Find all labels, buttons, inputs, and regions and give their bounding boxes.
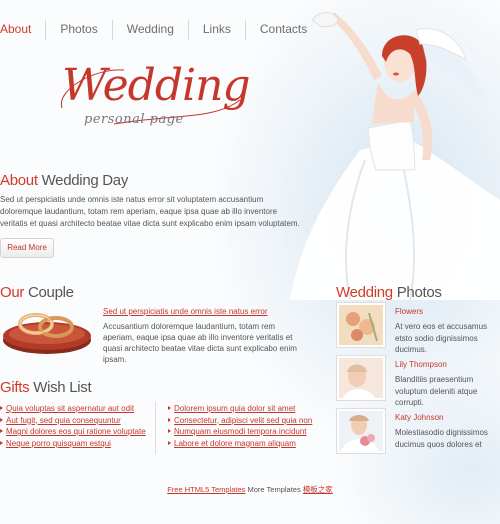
footer: Free HTML5 Templates More Templates 模板之家 [0, 484, 500, 495]
photo-thumbnail-katy-johnson[interactable] [336, 408, 386, 454]
gift-link[interactable]: Magni dolores eos qui ratione voluptate [0, 426, 146, 438]
photo-item: Flowers At vero eos et accusamus etsto s… [336, 302, 500, 354]
photos-heading-accent: Wedding [336, 284, 393, 301]
logo-title: Wedding [62, 60, 251, 111]
gift-divider [155, 402, 156, 454]
about-heading: About Wedding Day [0, 172, 128, 189]
photos-heading: Wedding Photos [336, 284, 442, 301]
wedding-rings-image [3, 313, 91, 354]
nav-photos[interactable]: Photos [46, 20, 113, 40]
gift-list-left: Quia voluptas sit aspernatur aut odit Au… [0, 403, 146, 449]
bride-portrait-image [339, 358, 383, 398]
gift-link[interactable]: Dolorem ipsum quia dolor sit amet [168, 403, 312, 415]
about-heading-accent: About [0, 172, 38, 189]
couple-heading-accent: Our [0, 284, 25, 301]
photo-description: At vero eos et accusamus etsto sodio dig… [395, 322, 488, 354]
about-text: Sed ut perspiciatis unde omnis iste natu… [0, 195, 300, 228]
about-heading-rest: Wedding Day [37, 172, 129, 189]
couple-heading: Our Couple [0, 284, 74, 301]
gift-link[interactable]: Numquam eiusmodi tempora incidunt [168, 426, 312, 438]
footer-link-templates[interactable]: Free HTML5 Templates [167, 485, 245, 494]
photo-thumbnail-flowers[interactable] [336, 302, 386, 348]
photo-item: Katy Johnson Molestiasodio dignissimos d… [336, 408, 500, 456]
flowers-image [339, 305, 383, 345]
logo-subtitle: personal page [84, 112, 184, 127]
photo-description: Blanditiis praesentium voluptum deleniti… [395, 375, 478, 407]
photo-name[interactable]: Lily Thompson [395, 360, 447, 369]
read-more-button[interactable]: Read More [0, 238, 54, 258]
bride-bouquet-image [339, 411, 383, 451]
couple-heading-rest: Couple [24, 284, 74, 301]
gifts-heading-rest: Wish List [29, 379, 92, 396]
gift-link[interactable]: Neque porro quisquam estqui [0, 438, 146, 450]
couple-text: Accusantium doloremque laudantium, totam… [103, 322, 297, 364]
nav-links[interactable]: Links [189, 20, 246, 40]
photo-item: Lily Thompson Blanditiis praesentium vol… [336, 355, 500, 407]
footer-link-chinese[interactable]: 模板之家 [303, 485, 333, 494]
couple-link[interactable]: Sed ut perspiciatis unde omnis iste natu… [103, 307, 268, 316]
gift-link[interactable]: Aut fugit, sed quia consequuntur [0, 415, 146, 427]
gifts-heading: Gifts Wish List [0, 379, 92, 396]
site-logo[interactable]: Wedding personal page [54, 60, 251, 145]
photo-thumbnail-lily-thompson[interactable] [336, 355, 386, 401]
page: About Photos Wedding Links Contacts Wedd… [0, 0, 500, 524]
photo-name[interactable]: Katy Johnson [395, 413, 443, 422]
footer-text: More Templates [245, 485, 303, 494]
main-nav: About Photos Wedding Links Contacts [0, 20, 321, 40]
photos-heading-rest: Photos [392, 284, 442, 301]
photo-name[interactable]: Flowers [395, 307, 423, 316]
nav-about[interactable]: About [0, 20, 47, 40]
gift-link[interactable]: Labore et dolore magnam aliquam [168, 438, 312, 450]
gift-list-right: Dolorem ipsum quia dolor sit amet Consec… [168, 403, 312, 449]
bride-illustration [290, 12, 500, 300]
nav-wedding[interactable]: Wedding [113, 20, 189, 40]
gift-link[interactable]: Quia voluptas sit aspernatur aut odit [0, 403, 146, 415]
photo-description: Molestiasodio dignissimos ducimus quos d… [395, 428, 488, 449]
gifts-heading-accent: Gifts [0, 379, 30, 396]
gift-link[interactable]: Consectetur, adipisci velit sed quia non [168, 415, 312, 427]
